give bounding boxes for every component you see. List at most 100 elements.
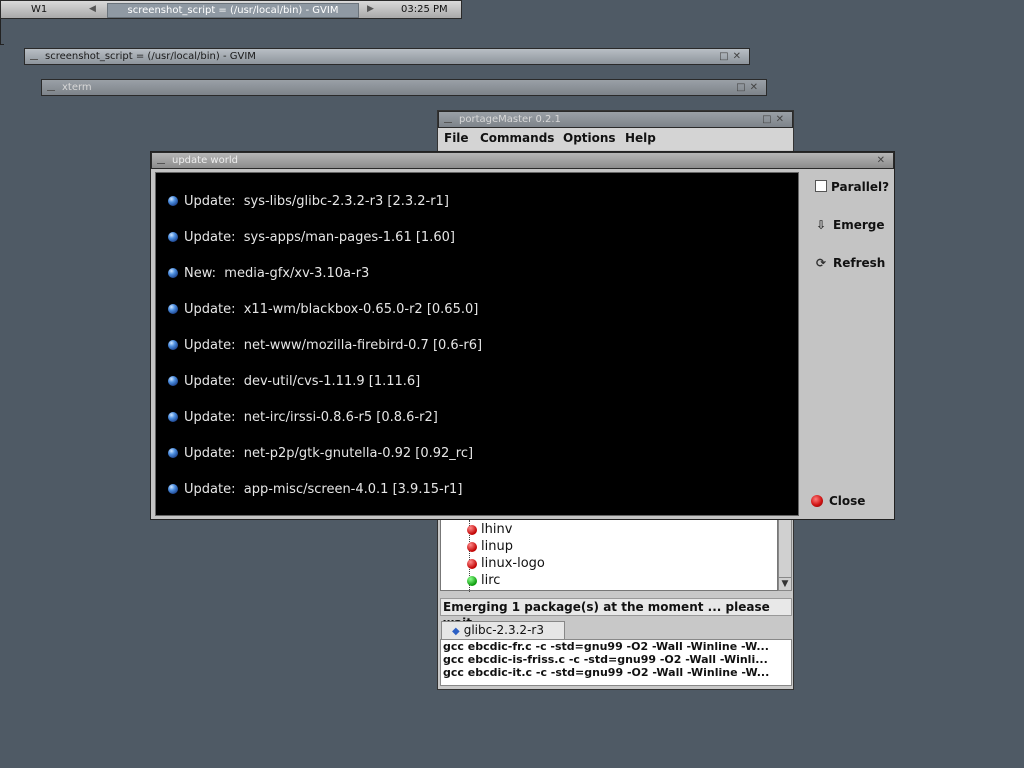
- item-package: app-misc/screen-4.0.1 [3.9.15-r1]: [243, 482, 463, 497]
- item-kind: Update:: [184, 446, 236, 461]
- status-message: Emerging 1 package(s) at the moment ... …: [440, 598, 792, 630]
- log-line: gcc ebcdic-fr.c -c -std=gnu99 -O2 -Wall …: [443, 640, 769, 653]
- tree-item[interactable]: linup: [467, 538, 513, 555]
- item-kind: New:: [184, 266, 217, 281]
- item-package: sys-libs/glibc-2.3.2-r3 [2.3.2-r1]: [243, 194, 449, 209]
- status-red-icon: [467, 541, 477, 552]
- taskbar: W1 ◀ screenshot_script = (/usr/local/bin…: [0, 0, 462, 19]
- item-kind: Update:: [184, 374, 236, 389]
- gvim-window-buttons[interactable]: □✕: [719, 49, 745, 64]
- status-red-icon: [467, 524, 477, 535]
- portagemaster-menubar: File Commands Options Help: [438, 128, 793, 150]
- build-log: gcc ebcdic-fr.c -c -std=gnu99 -O2 -Wall …: [440, 639, 792, 686]
- list-item[interactable]: Update: net-www/mozilla-firebird-0.7 [0.…: [168, 337, 482, 355]
- close-icon: [811, 495, 823, 507]
- list-item[interactable]: Update: sys-libs/glibc-2.3.2-r3 [2.3.2-r…: [168, 193, 449, 211]
- item-package: media-gfx/xv-3.10a-r3: [224, 266, 370, 281]
- item-kind: Update:: [184, 302, 236, 317]
- package-gem-icon: [168, 196, 178, 206]
- update-world-close-icon[interactable]: ✕: [877, 153, 889, 168]
- item-kind: Update:: [184, 230, 236, 245]
- tab-glibc[interactable]: ◆ glibc-2.3.2-r3: [441, 621, 565, 639]
- menu-help[interactable]: Help: [625, 131, 656, 145]
- package-gem-icon: [168, 268, 178, 278]
- tree-item-label: lirc: [481, 573, 501, 588]
- tree-item[interactable]: lhinv: [467, 521, 512, 538]
- tree-item-label: lhinv: [481, 522, 513, 537]
- gvim-window-title: screenshot_script = (/usr/local/bin) - G…: [45, 51, 256, 62]
- list-item[interactable]: Update: x11-wm/blackbox-0.65.0-r2 [0.65.…: [168, 301, 478, 319]
- workspace-label[interactable]: W1: [31, 4, 47, 15]
- taskbar-active-task[interactable]: screenshot_script = (/usr/local/bin) - G…: [107, 3, 359, 18]
- portagemaster-minimize-icon[interactable]: [444, 114, 452, 123]
- portagemaster-window-buttons[interactable]: □✕: [762, 112, 788, 127]
- refresh-label: Refresh: [833, 256, 886, 270]
- item-package: net-www/mozilla-firebird-0.7 [0.6-r6]: [243, 338, 483, 353]
- next-arrow-icon[interactable]: ▶: [367, 4, 374, 14]
- parallel-checkbox[interactable]: Parallel?: [815, 180, 889, 194]
- scroll-down-icon[interactable]: ▼: [779, 577, 791, 590]
- package-gem-icon: [168, 484, 178, 494]
- item-package: dev-util/cvs-1.11.9 [1.11.6]: [243, 374, 421, 389]
- update-package-list[interactable]: Update: sys-libs/glibc-2.3.2-r3 [2.3.2-r…: [155, 172, 799, 516]
- status-red-icon: [467, 558, 477, 569]
- emerge-install-icon: ⇩: [815, 218, 827, 232]
- parallel-label: Parallel?: [831, 180, 890, 194]
- emerge-button[interactable]: ⇩ Emerge: [815, 218, 885, 232]
- close-label: Close: [829, 494, 866, 508]
- list-item[interactable]: Update: net-p2p/gtk-gnutella-0.92 [0.92_…: [168, 445, 473, 463]
- log-line: gcc ebcdic-is-friss.c -c -std=gnu99 -O2 …: [443, 653, 768, 666]
- menu-commands[interactable]: Commands: [480, 131, 554, 145]
- package-tree[interactable]: lhinv linup linux-logo lirc: [440, 519, 778, 592]
- item-kind: Update:: [184, 410, 236, 425]
- close-button[interactable]: Close: [811, 494, 865, 508]
- checkbox-box[interactable]: [815, 180, 827, 192]
- xterm-window-buttons[interactable]: □✕: [736, 80, 762, 95]
- list-item[interactable]: Update: dev-util/cvs-1.11.9 [1.11.6]: [168, 373, 420, 391]
- item-package: net-p2p/gtk-gnutella-0.92 [0.92_rc]: [243, 446, 474, 461]
- menu-options[interactable]: Options: [563, 131, 616, 145]
- package-gem-icon: ◆: [452, 626, 460, 637]
- item-kind: Update:: [184, 482, 236, 497]
- list-item[interactable]: New: media-gfx/xv-3.10a-r3: [168, 265, 369, 283]
- package-gem-icon: [168, 304, 178, 314]
- update-world-titlebar[interactable]: update world ✕: [151, 152, 894, 169]
- refresh-button[interactable]: ⟳ Refresh: [815, 256, 885, 270]
- item-kind: Update:: [184, 338, 236, 353]
- gvim-window-titlebar[interactable]: screenshot_script = (/usr/local/bin) - G…: [24, 48, 750, 65]
- gvim-minimize-icon[interactable]: [30, 51, 38, 60]
- xterm-window-title: xterm: [62, 82, 92, 93]
- prev-arrow-icon[interactable]: ◀: [89, 4, 96, 14]
- tree-item[interactable]: lirc: [467, 572, 500, 589]
- tab-label: glibc-2.3.2-r3: [463, 623, 544, 637]
- list-item[interactable]: Update: net-irc/irssi-0.8.6-r5 [0.8.6-r2…: [168, 409, 438, 427]
- portagemaster-title: portageMaster 0.2.1: [459, 114, 561, 125]
- package-gem-icon: [168, 232, 178, 242]
- package-gem-icon: [168, 376, 178, 386]
- item-package: sys-apps/man-pages-1.61 [1.60]: [243, 230, 455, 245]
- xterm-minimize-icon[interactable]: [47, 82, 55, 91]
- tree-item[interactable]: linux-logo: [467, 555, 545, 572]
- item-package: net-irc/irssi-0.8.6-r5 [0.8.6-r2]: [243, 410, 438, 425]
- desktop-corner-decoration: [0, 19, 4, 45]
- tree-item-label: linux-logo: [481, 556, 545, 571]
- status-green-icon: [467, 575, 477, 586]
- item-package: x11-wm/blackbox-0.65.0-r2 [0.65.0]: [243, 302, 479, 317]
- list-item[interactable]: Update: sys-apps/man-pages-1.61 [1.60]: [168, 229, 455, 247]
- tree-item-label: linup: [481, 539, 513, 554]
- menu-file[interactable]: File: [444, 131, 469, 145]
- update-world-minimize-icon[interactable]: [157, 155, 165, 164]
- package-tree-scrollbar[interactable]: ▼: [778, 519, 792, 591]
- taskbar-clock: 03:25 PM: [401, 4, 448, 15]
- emerge-label: Emerge: [833, 218, 885, 232]
- update-world-title: update world: [172, 155, 238, 166]
- log-line: gcc ebcdic-it.c -c -std=gnu99 -O2 -Wall …: [443, 666, 770, 679]
- package-gem-icon: [168, 412, 178, 422]
- list-item[interactable]: Update: app-misc/screen-4.0.1 [3.9.15-r1…: [168, 481, 462, 499]
- portagemaster-titlebar[interactable]: portageMaster 0.2.1 □✕: [438, 111, 793, 128]
- item-kind: Update:: [184, 194, 236, 209]
- xterm-window-titlebar[interactable]: xterm □✕: [41, 79, 767, 96]
- package-gem-icon: [168, 340, 178, 350]
- package-gem-icon: [168, 448, 178, 458]
- update-world-sidebar: Parallel? ⇩ Emerge ⟳ Refresh Close: [803, 172, 891, 516]
